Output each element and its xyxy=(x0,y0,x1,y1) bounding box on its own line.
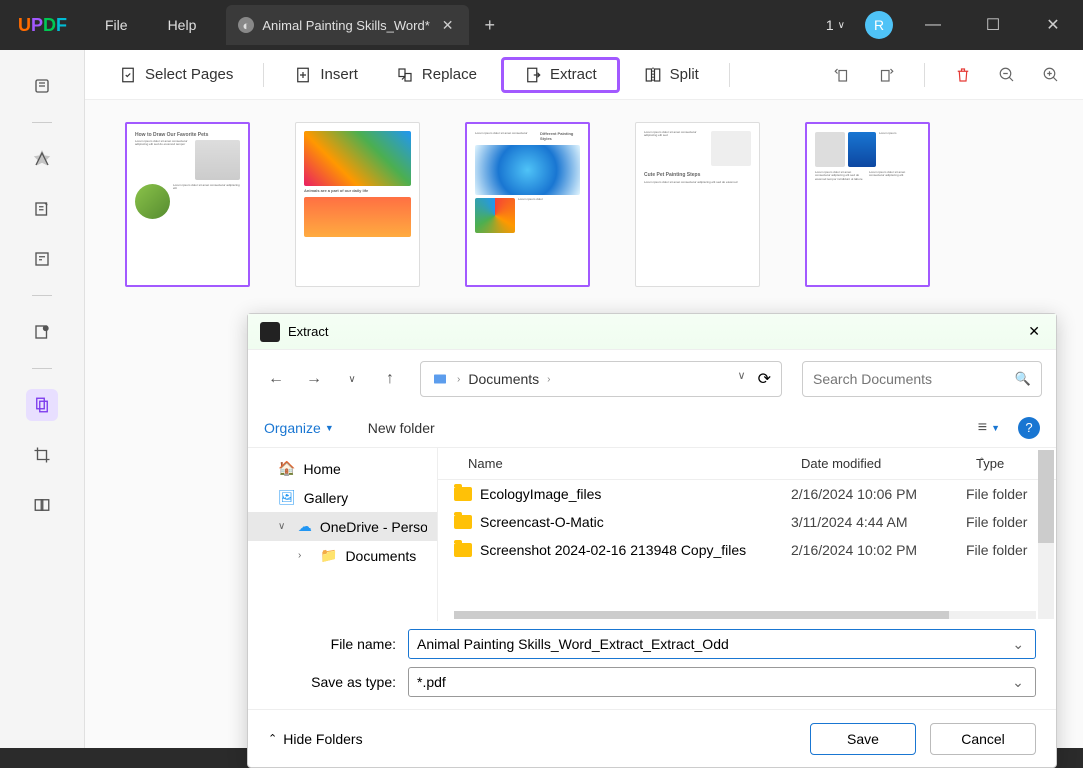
file-name-label: File name: xyxy=(268,636,408,652)
search-box[interactable]: 🔍 xyxy=(802,361,1042,397)
nav-back-icon[interactable]: ← xyxy=(262,365,290,393)
save-type-label: Save as type: xyxy=(268,674,408,690)
sidebar-protect-icon[interactable] xyxy=(26,316,58,348)
menu-help[interactable]: Help xyxy=(168,17,197,33)
address-bar[interactable]: › Documents › ∨ ⟳ xyxy=(420,361,782,397)
vertical-scrollbar[interactable] xyxy=(1038,450,1054,619)
titlebar: UPDF File Help ◐ Animal Painting Skills_… xyxy=(0,0,1083,50)
page-thumbnail[interactable]: Animals are a part of our daily life xyxy=(295,122,420,287)
tab-close-icon[interactable]: ✕ xyxy=(438,17,458,34)
dialog-icon xyxy=(260,322,280,342)
sidebar-crop-icon[interactable] xyxy=(26,439,58,471)
column-date[interactable]: Date modified xyxy=(791,448,966,479)
search-icon[interactable]: 🔍 xyxy=(1015,371,1031,387)
sidebar-compare-icon[interactable] xyxy=(26,489,58,521)
sidebar-organize-icon[interactable] xyxy=(26,389,58,421)
sidebar-reader-icon[interactable] xyxy=(26,70,58,102)
delete-icon[interactable] xyxy=(951,63,975,87)
page-toolbar: Select Pages Insert Replace Extract Spli… xyxy=(85,50,1083,100)
page-thumbnails: How to Draw Our Favorite Pets Lorem ipsu… xyxy=(85,100,1083,309)
folder-icon xyxy=(454,487,472,501)
extract-button[interactable]: Extract xyxy=(501,57,620,93)
app-logo: UPDF xyxy=(0,15,85,36)
tab-title: Animal Painting Skills_Word* xyxy=(262,18,429,33)
dialog-close-icon[interactable]: ✕ xyxy=(1024,319,1044,344)
new-folder-button[interactable]: New folder xyxy=(368,420,435,436)
organize-dropdown[interactable]: Organize▼ xyxy=(264,420,334,436)
extract-dialog: Extract ✕ ← → ∨ ↑ › Documents › ∨ ⟳ xyxy=(247,313,1057,768)
file-row[interactable]: Screenshot 2024-02-16 213948 Copy_files2… xyxy=(438,536,1056,564)
zoom-out-icon[interactable] xyxy=(995,63,1019,87)
main-content: Select Pages Insert Replace Extract Spli… xyxy=(85,50,1083,748)
sidebar-edit-icon[interactable] xyxy=(26,193,58,225)
rotate-left-icon[interactable] xyxy=(830,63,854,87)
close-button[interactable]: ✕ xyxy=(1033,5,1073,45)
window-count-dropdown[interactable]: 1∨ xyxy=(826,17,845,33)
sidebar-highlight-icon[interactable] xyxy=(26,143,58,175)
tree-home[interactable]: 🏠Home xyxy=(248,454,437,483)
document-tab[interactable]: ◐ Animal Painting Skills_Word* ✕ xyxy=(226,5,469,45)
savetype-dropdown-icon[interactable]: ⌄ xyxy=(1009,674,1027,691)
page-thumbnail[interactable]: Lorem ipsum Lorem ipsum dolor sit amet c… xyxy=(805,122,930,287)
minimize-button[interactable]: — xyxy=(913,5,953,45)
addr-dropdown-icon[interactable]: ∨ xyxy=(738,369,746,389)
tree-onedrive[interactable]: ∨☁OneDrive - Personal xyxy=(248,512,437,541)
breadcrumb-item[interactable]: Documents xyxy=(468,371,539,387)
page-thumbnail[interactable]: Lorem ipsum dolor sit amet consecteturDi… xyxy=(465,122,590,287)
select-pages-button[interactable]: Select Pages xyxy=(105,60,247,90)
view-mode-dropdown[interactable]: ≡ ▼ xyxy=(978,419,1000,437)
horizontal-scrollbar[interactable] xyxy=(454,611,1036,619)
folder-icon xyxy=(454,543,472,557)
file-name-input[interactable]: ⌄ xyxy=(408,629,1036,659)
search-input[interactable] xyxy=(813,371,1015,387)
sidebar-form-icon[interactable] xyxy=(26,243,58,275)
file-row[interactable]: EcologyImage_files2/16/2024 10:06 PMFile… xyxy=(438,480,1056,508)
new-tab-button[interactable]: + xyxy=(484,15,495,36)
split-button[interactable]: Split xyxy=(630,60,713,90)
dialog-title: Extract xyxy=(288,324,1024,339)
cancel-button[interactable]: Cancel xyxy=(930,723,1036,755)
nav-forward-icon[interactable]: → xyxy=(300,365,328,393)
file-list: Name ⌃ Date modified Type EcologyImage_f… xyxy=(438,448,1056,621)
tree-documents[interactable]: ›📁Documents xyxy=(248,541,437,570)
maximize-button[interactable]: ☐ xyxy=(973,5,1013,45)
insert-button[interactable]: Insert xyxy=(280,60,372,90)
column-name[interactable]: Name ⌃ xyxy=(438,448,791,479)
nav-recent-icon[interactable]: ∨ xyxy=(338,365,366,393)
menu-file[interactable]: File xyxy=(105,17,128,33)
replace-button[interactable]: Replace xyxy=(382,60,491,90)
folder-tree: 🏠Home 🖼Gallery ∨☁OneDrive - Personal ›📁D… xyxy=(248,448,438,621)
save-type-dropdown[interactable]: *.pdf ⌄ xyxy=(408,667,1036,697)
left-sidebar xyxy=(0,50,85,748)
refresh-icon[interactable]: ⟳ xyxy=(758,369,771,389)
hide-folders-toggle[interactable]: ⌃Hide Folders xyxy=(268,731,363,747)
rotate-right-icon[interactable] xyxy=(874,63,898,87)
folder-icon xyxy=(454,515,472,529)
file-row[interactable]: Screencast-O-Matic3/11/2024 4:44 AMFile … xyxy=(438,508,1056,536)
tab-doc-icon: ◐ xyxy=(238,17,254,33)
zoom-in-icon[interactable] xyxy=(1039,63,1063,87)
save-button[interactable]: Save xyxy=(810,723,916,755)
user-avatar[interactable]: R xyxy=(865,11,893,39)
nav-up-icon[interactable]: ↑ xyxy=(376,365,404,393)
page-thumbnail[interactable]: How to Draw Our Favorite Pets Lorem ipsu… xyxy=(125,122,250,287)
page-thumbnail[interactable]: Lorem ipsum dolor sit amet consectetur a… xyxy=(635,122,760,287)
folder-icon xyxy=(431,370,449,388)
help-icon[interactable]: ? xyxy=(1018,417,1040,439)
filename-dropdown-icon[interactable]: ⌄ xyxy=(1010,636,1027,653)
tree-gallery[interactable]: 🖼Gallery xyxy=(248,483,437,512)
